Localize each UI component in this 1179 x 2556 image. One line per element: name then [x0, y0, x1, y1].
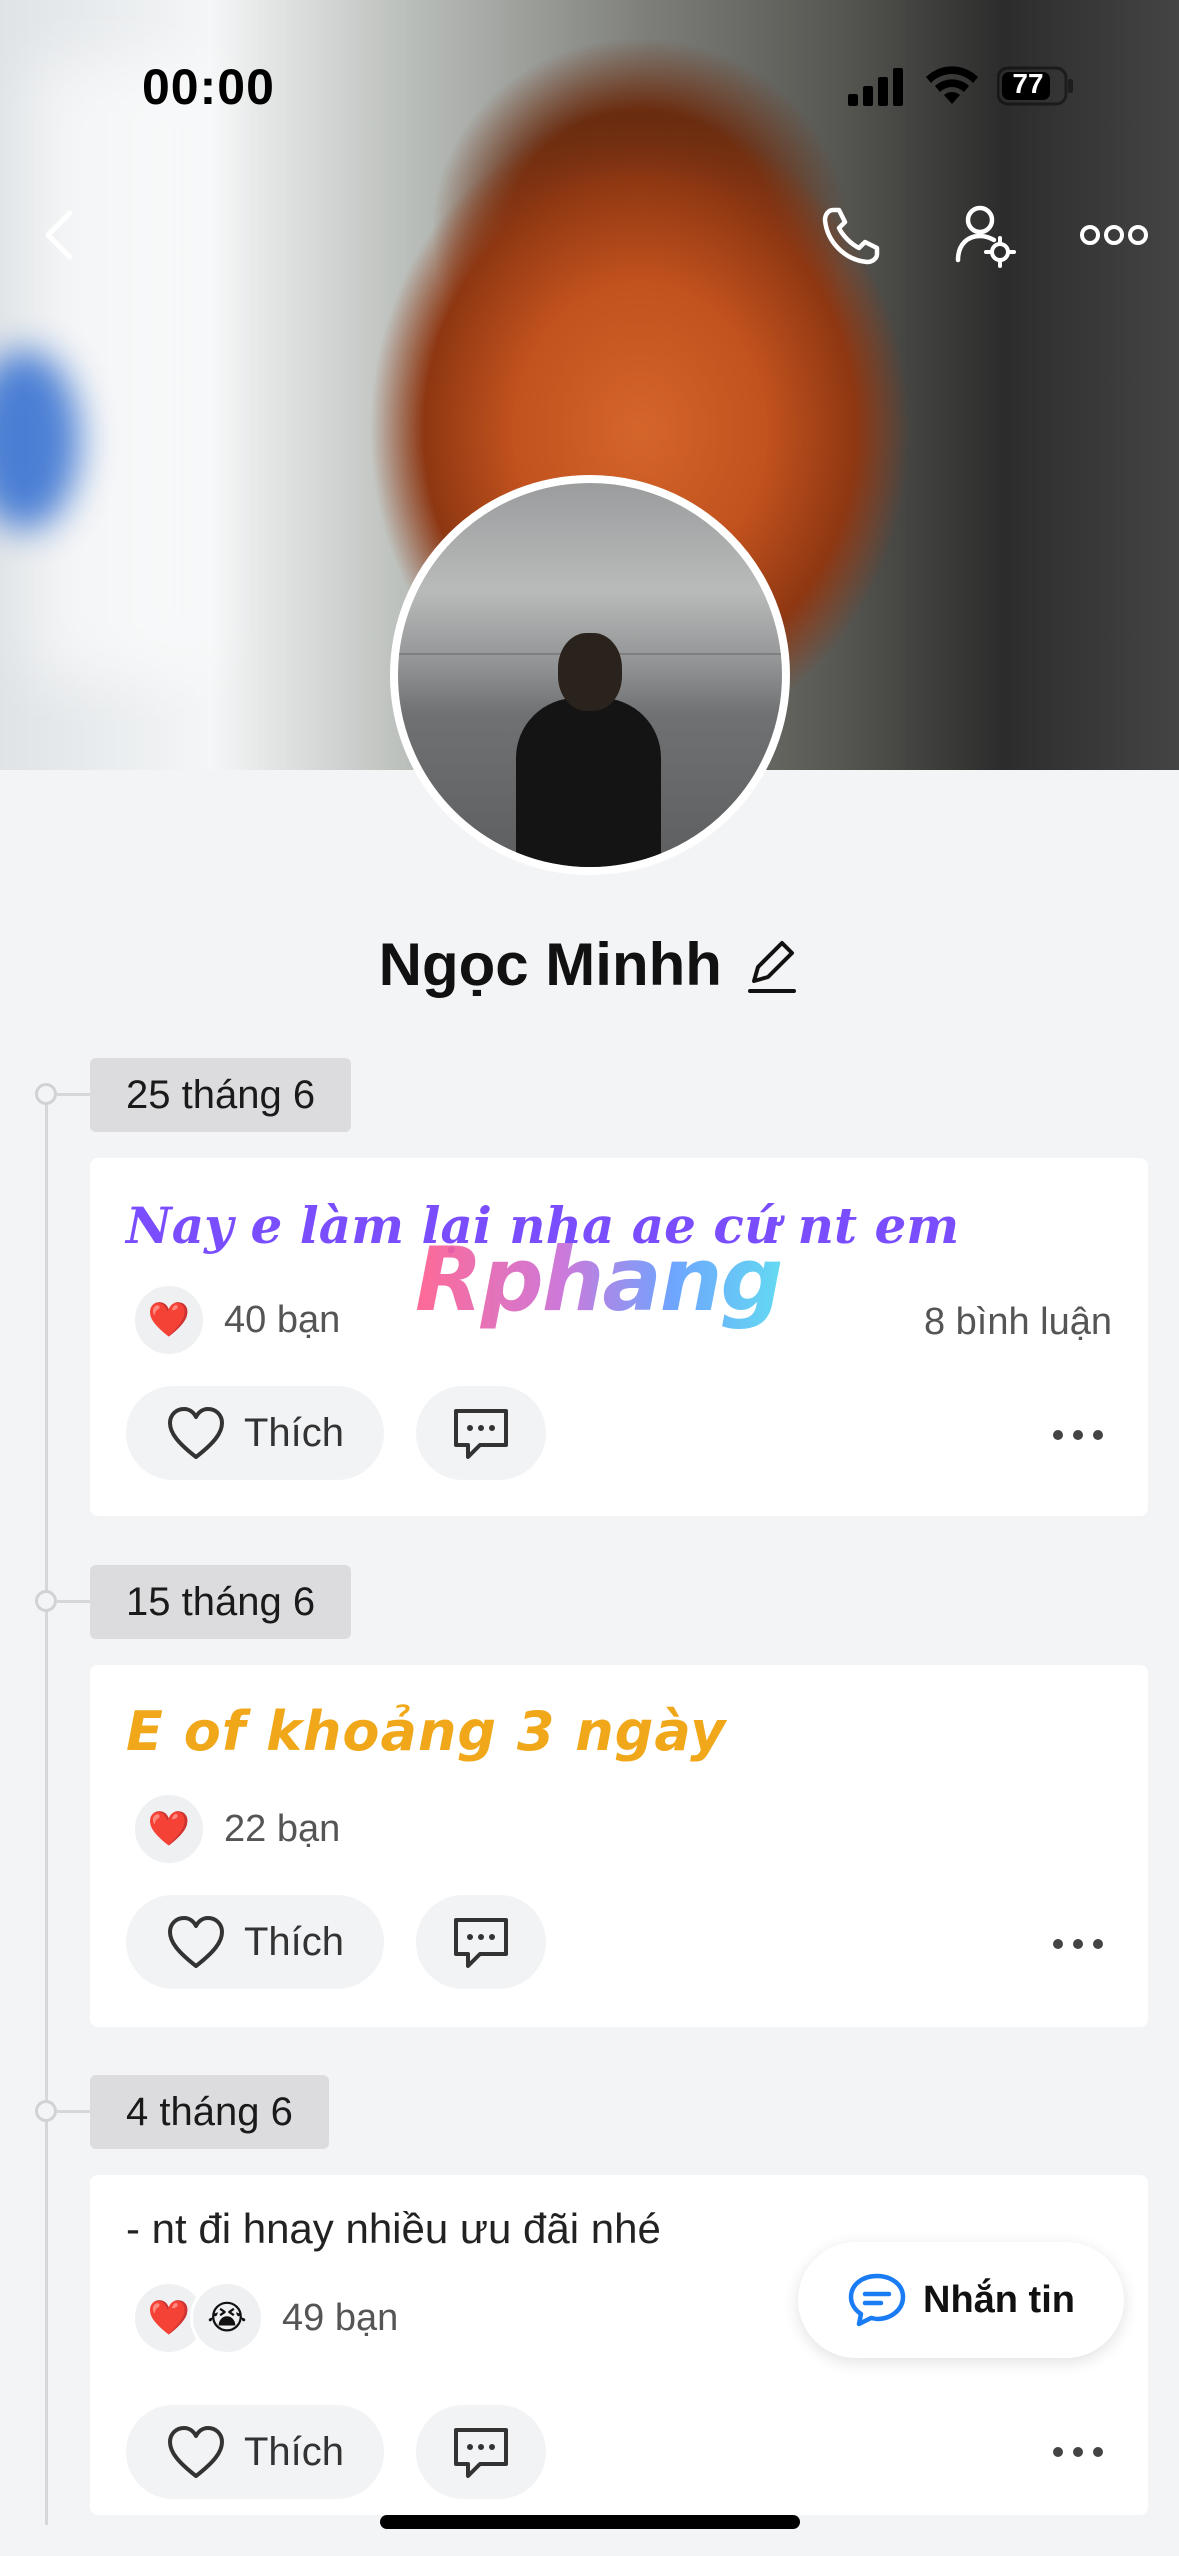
back-icon[interactable] [36, 205, 86, 265]
like-button[interactable]: Thích [126, 1386, 384, 1480]
timeline-dot [35, 1083, 57, 1105]
like-label: Thích [244, 1410, 345, 1455]
timeline-dot [35, 1590, 57, 1612]
more-icon[interactable] [1048, 1934, 1108, 1954]
comment-icon [454, 1918, 508, 1968]
signal-icon [848, 68, 903, 106]
watermark: Rphang [415, 1228, 783, 1331]
comment-icon [454, 2428, 508, 2478]
timeline-dot [35, 2100, 57, 2122]
comment-count[interactable]: 8 bình luận [924, 1301, 1112, 1344]
like-button[interactable]: Thích [126, 1895, 384, 1989]
comment-icon [454, 1409, 508, 1459]
reaction-count: 40 bạn [224, 1298, 341, 1341]
post-text: - nt đi hnay nhiều ưu đãi nhé [126, 2205, 661, 2252]
heart-outline-icon [168, 1916, 224, 1968]
date-chip: 25 tháng 6 [90, 1058, 352, 1132]
battery-icon: 77 [996, 66, 1075, 106]
more-icon[interactable] [1078, 215, 1150, 255]
home-indicator[interactable] [380, 2515, 800, 2529]
timeline-line [45, 1085, 48, 2525]
comment-button[interactable] [416, 2405, 546, 2499]
edit-pencil-icon[interactable] [744, 935, 800, 995]
post-card: E of khoảng 3 ngày ❤️ 22 bạn Thích [90, 1665, 1148, 2027]
heart-icon: ❤️ [132, 1283, 206, 1357]
more-icon[interactable] [1048, 2442, 1108, 2462]
status-bar: 00:00 77 [0, 0, 1179, 170]
profile-name: Ngọc Minhh [378, 931, 722, 998]
post-card: Nay e làm lại nha ae cứ nt em ❤️ 40 bạn … [90, 1158, 1148, 1516]
like-button[interactable]: Thích [126, 2405, 384, 2499]
date-chip: 15 tháng 6 [90, 1565, 352, 1639]
reaction-summary[interactable]: ❤️ 😭 49 bạn [132, 2281, 398, 2355]
more-icon[interactable] [1048, 1425, 1108, 1445]
reaction-summary[interactable]: ❤️ 40 bạn [132, 1283, 340, 1357]
comment-button[interactable] [416, 1386, 546, 1480]
message-label: Nhắn tin [923, 2278, 1075, 2321]
comment-button[interactable] [416, 1895, 546, 1989]
chat-bubble-icon [848, 2273, 906, 2327]
like-label: Thích [244, 2429, 345, 2474]
heart-icon: ❤️ [132, 1792, 206, 1866]
heart-outline-icon [168, 2426, 224, 2478]
date-chip: 4 tháng 6 [90, 2075, 329, 2149]
reaction-count: 22 bạn [224, 1807, 341, 1850]
avatar[interactable] [390, 475, 790, 875]
message-button[interactable]: Nhắn tin [798, 2242, 1124, 2358]
reaction-count: 49 bạn [282, 2296, 399, 2339]
wifi-icon [926, 66, 978, 104]
crying-face-icon: 😭 [190, 2281, 264, 2355]
phone-icon[interactable] [815, 200, 887, 272]
user-settings-icon[interactable] [950, 200, 1022, 272]
post-text: E of khoảng 3 ngày [126, 1700, 727, 1763]
status-time: 00:00 [142, 59, 275, 115]
heart-outline-icon [168, 1407, 224, 1459]
battery-level: 77 [1012, 68, 1044, 99]
reaction-summary[interactable]: ❤️ 22 bạn [132, 1792, 340, 1866]
like-label: Thích [244, 1919, 345, 1964]
